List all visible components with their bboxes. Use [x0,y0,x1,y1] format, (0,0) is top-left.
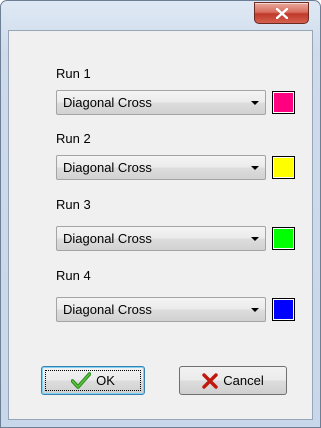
dialog-window: Run 1 Diagonal Cross Run 2 Diagonal Cros… [0,0,321,428]
run-3-pattern-value: Diagonal Cross [63,231,152,246]
chevron-down-icon [251,101,259,105]
run-3-pattern-select[interactable]: Diagonal Cross [56,226,266,251]
run-3-color-swatch[interactable] [272,227,295,250]
check-icon [71,372,92,389]
run-1-color-swatch[interactable] [272,91,295,114]
chevron-down-icon [251,237,259,241]
dialog-body: Run 1 Diagonal Cross Run 2 Diagonal Cros… [8,30,313,420]
run-2-color-swatch[interactable] [272,156,295,179]
ok-button[interactable]: OK [41,366,145,395]
run-2-label: Run 2 [56,131,91,146]
run-4-pattern-select[interactable]: Diagonal Cross [56,297,266,322]
cancel-button[interactable]: Cancel [179,366,287,395]
run-2-pattern-select[interactable]: Diagonal Cross [56,155,266,180]
run-4-color-fill [274,300,293,319]
run-4-color-swatch[interactable] [272,298,295,321]
chevron-down-icon [251,166,259,170]
run-4-pattern-value: Diagonal Cross [63,302,152,317]
focus-rectangle [45,370,141,391]
chevron-down-icon [251,308,259,312]
run-1-pattern-value: Diagonal Cross [63,95,152,110]
run-2-pattern-value: Diagonal Cross [63,160,152,175]
cancel-button-label: Cancel [223,373,264,388]
x-icon [202,372,218,389]
run-1-color-fill [274,93,293,112]
run-3-label: Run 3 [56,197,91,212]
run-4-label: Run 4 [56,268,91,283]
close-icon [275,7,288,19]
run-3-color-fill [274,229,293,248]
run-2-color-fill [274,158,293,177]
run-1-pattern-select[interactable]: Diagonal Cross [56,90,266,115]
run-1-label: Run 1 [56,66,91,81]
ok-button-label: OK [96,373,115,388]
close-button[interactable] [254,2,309,24]
